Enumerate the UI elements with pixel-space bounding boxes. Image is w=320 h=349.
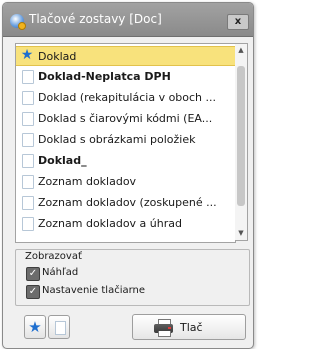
preview-checkbox[interactable]: ✓ [26,267,40,281]
preview-label[interactable]: Náhľad [42,267,78,278]
document-icon [22,70,34,84]
list-scrollbar[interactable]: ▲ ▼ [235,43,248,241]
document-icon [55,321,66,335]
printer-icon [154,319,174,337]
display-options-title: Zobrazovať [25,251,82,262]
report-dialog: Tlačové zostavy [Doc] x ★ Doklad Doklad-Ne… [2,2,254,349]
list-item[interactable]: Doklad (rekapitulácia v oboch ... [16,88,235,108]
list-item[interactable]: Doklad-Neplatca DPH [16,67,235,87]
list-item[interactable]: Doklad s obrázkami položiek [16,130,235,150]
list-item[interactable]: Zoznam dokladov [16,172,235,192]
list-item-label: Doklad (rekapitulácia v oboch ... [38,91,217,104]
list-item[interactable]: ★ Doklad [16,46,235,66]
list-item-label: Doklad s čiarovými kódmi (EA... [38,112,213,125]
report-list[interactable]: ★ Doklad Doklad-Neplatca DPH Doklad (rekapi… [15,43,236,243]
list-item-label: Zoznam dokladov a úhrad [38,217,182,230]
scroll-down-icon[interactable]: ▼ [235,227,247,240]
list-item-label: Doklad s obrázkami položiek [38,133,196,146]
list-item-label: Zoznam dokladov (zoskupené ... [38,196,217,209]
scroll-up-icon[interactable]: ▲ [235,44,247,57]
list-item[interactable]: Zoznam dokladov a úhrad [16,214,235,234]
printer-settings-checkbox[interactable]: ✓ [26,285,40,299]
list-item-label: Doklad_ [38,154,87,167]
list-item-label: Zoznam dokladov [38,175,137,188]
list-item-label: Doklad [38,50,77,63]
star-icon: ★ [28,318,42,336]
document-icon [22,154,34,168]
print-button[interactable]: Tlač [132,314,246,340]
window-title: Tlačové zostavy [Doc] [29,12,162,26]
list-item-label: Doklad-Neplatca DPH [38,70,171,83]
list-item[interactable]: Doklad s čiarovými kódmi (EA... [16,109,235,129]
list-item[interactable]: Doklad_ [16,151,235,171]
document-icon [22,217,34,231]
display-options-group: Zobrazovať ✓ Náhľad ✓ Nastavenie tlačiar… [15,249,250,306]
document-icon [22,112,34,126]
favorite-button[interactable]: ★ [24,315,46,339]
print-button-label: Tlač [180,321,203,334]
scrollbar-thumb[interactable] [237,66,245,206]
close-button[interactable]: x [227,14,249,30]
title-bar[interactable]: Tlačové zostavy [Doc] x [3,3,253,37]
document-icon [22,133,34,147]
app-icon [10,14,26,30]
document-button[interactable] [48,315,70,339]
list-item[interactable]: Zoznam dokladov (zoskupené ... [16,193,235,213]
document-icon [22,91,34,105]
document-icon [22,175,34,189]
printer-settings-label[interactable]: Nastavenie tlačiarne [42,285,145,296]
document-icon [22,196,34,210]
star-icon: ★ [20,47,34,63]
